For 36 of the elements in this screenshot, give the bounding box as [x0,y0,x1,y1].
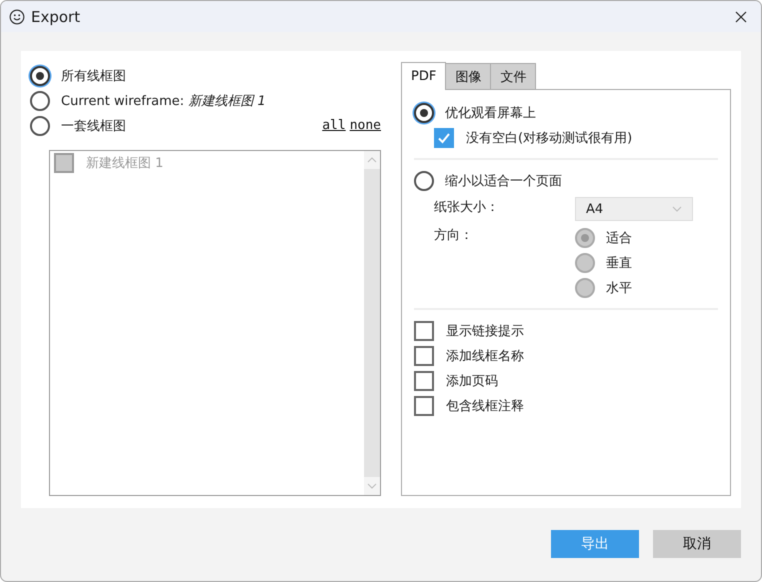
radio-button[interactable] [30,116,50,136]
checkbox-label: 添加页码 [446,372,498,390]
radio-button[interactable] [414,170,434,190]
close-icon[interactable] [735,10,747,22]
checkbox-label: 包含线框注释 [446,398,524,414]
radio-label: 一套线框图 [61,118,126,134]
radio-button[interactable] [30,66,50,86]
checkbox[interactable] [414,370,434,390]
radio-label: 优化观看屏幕上 [445,104,536,122]
field-label: 纸张大小： [434,199,500,217]
radio-button[interactable] [414,102,434,122]
field-label: 方向： [434,227,474,245]
radio-button[interactable] [30,90,50,110]
link[interactable]: none [350,118,381,133]
radio-label: 水平 [606,280,632,296]
tab[interactable]: 图像 [445,63,492,89]
cancel-button[interactable]: 取消 [653,530,741,558]
window-title: Export [31,8,82,26]
chevron-down-icon [672,206,682,212]
radio-label: 缩小以适合一个页面 [445,172,562,190]
tab[interactable]: PDF [401,62,446,90]
checkbox[interactable] [434,128,454,148]
link[interactable]: all [322,118,346,133]
smiley-icon [9,8,25,24]
checkbox-label: 没有空白(对移动测试很有用) [466,130,632,146]
checkbox[interactable] [414,320,434,340]
checkbox[interactable] [414,396,434,416]
checkmark-icon [437,130,451,144]
checkbox[interactable] [414,346,434,366]
radio-label: 所有线框图 [61,68,126,84]
checkbox-label: 添加线框名称 [446,348,524,364]
tab[interactable]: 文件 [490,63,536,89]
radio-label: 垂直 [606,254,632,272]
radio-label: 适合 [606,230,632,246]
checkbox-label: 显示链接提示 [446,322,524,340]
radio-label: Current wireframe: 新建线框图 1 [61,92,266,110]
